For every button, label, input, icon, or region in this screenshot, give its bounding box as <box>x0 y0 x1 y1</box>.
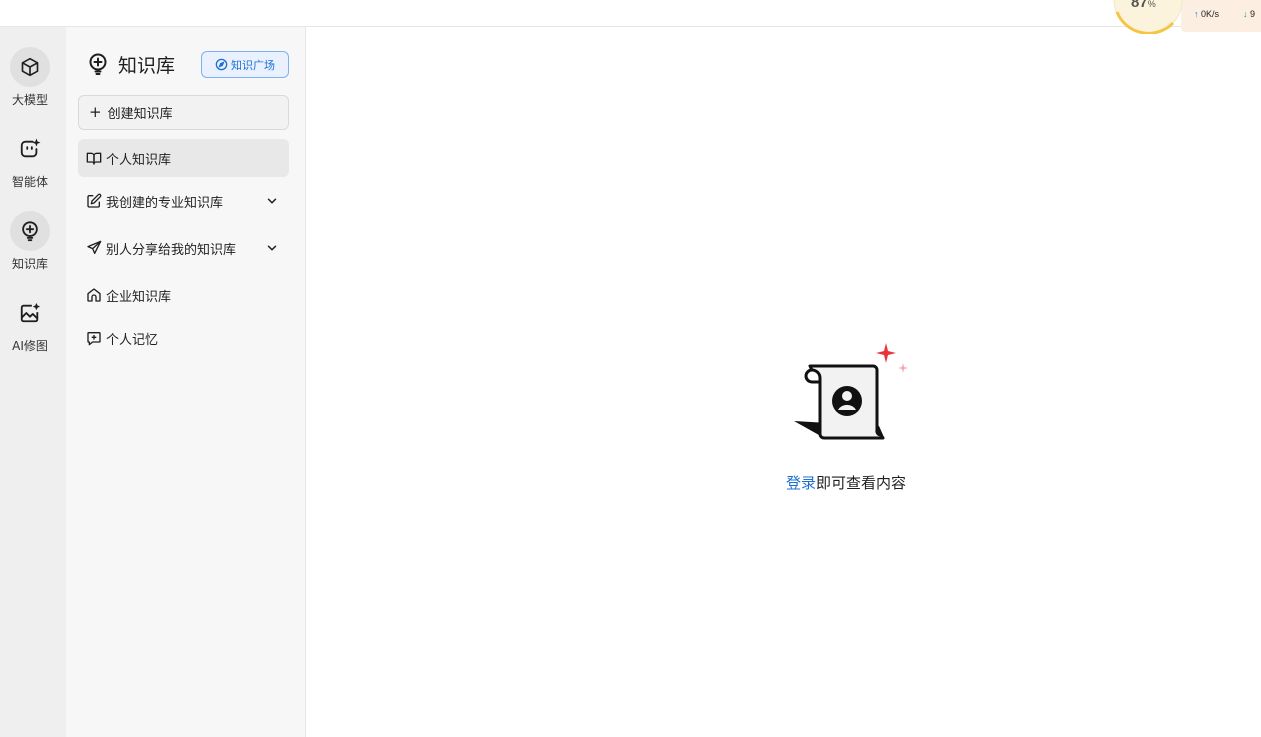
chevron-down-icon[interactable] <box>265 241 279 255</box>
login-link[interactable]: 登录 <box>786 474 816 492</box>
chevron-down-icon[interactable] <box>265 194 279 208</box>
nav-item-personal-memory[interactable]: 个人记忆 <box>78 319 289 357</box>
download-speed: ↓ 9 <box>1243 9 1256 19</box>
edit-icon <box>87 193 102 208</box>
create-knowledge-base-button[interactable]: + 创建知识库 <box>78 95 289 130</box>
nav-item-label: 我创建的专业知识库 <box>106 195 224 211</box>
page-title: 知识库 <box>118 54 176 77</box>
rail-item-llm[interactable]: 大模型 <box>0 47 60 117</box>
top-bar <box>0 0 1261 27</box>
cube-icon <box>10 47 50 87</box>
knowledge-panel: 知识库 知识广场 + 创建知识库 个人知识库 我创建的专业知识库 别人分享给我的… <box>66 27 306 737</box>
nav-item-enterprise-kb[interactable]: 企业知识库 <box>78 276 289 314</box>
download-arrow-icon: ↓ <box>1243 9 1248 19</box>
usage-percent: 87% <box>1131 0 1156 11</box>
nav-item-shared-kb[interactable]: 别人分享给我的知识库 <box>78 229 289 267</box>
upload-arrow-icon: ↑ <box>1194 9 1199 19</box>
rail-label: 智能体 <box>11 175 48 189</box>
image-edit-icon <box>10 293 50 333</box>
book-icon <box>86 152 102 165</box>
nav-item-personal-kb[interactable]: 个人知识库 <box>78 139 289 177</box>
knowledge-plaza-button[interactable]: 知识广场 <box>201 51 289 78</box>
nav-item-label: 别人分享给我的知识库 <box>106 242 237 258</box>
bulb-icon <box>10 211 50 251</box>
empty-state-message: 登录即可查看内容 <box>786 472 906 493</box>
rail-label: 大模型 <box>11 93 48 107</box>
upload-speed: ↑ 0K/s <box>1194 9 1220 19</box>
empty-state-text: 即可查看内容 <box>816 474 907 492</box>
nav-item-label: 个人记忆 <box>106 332 159 348</box>
rail-label: AI修图 <box>12 339 48 353</box>
panel-header: 知识库 <box>86 50 175 78</box>
rail-item-agent[interactable]: 智能体 <box>0 129 60 199</box>
compass-icon <box>215 58 228 71</box>
home-icon <box>87 288 101 302</box>
nav-item-my-professional-kb[interactable]: 我创建的专业知识库 <box>78 182 289 220</box>
nav-item-label: 个人知识库 <box>106 152 172 168</box>
memory-icon <box>87 332 101 346</box>
network-status-widget: 87% ↑ 0K/s ↓ 9 <box>1111 0 1261 34</box>
rail-item-knowledge[interactable]: 知识库 <box>0 211 60 281</box>
create-knowledge-base-label: 创建知识库 <box>107 107 173 122</box>
send-icon <box>87 240 102 254</box>
rail-label: 知识库 <box>11 257 48 271</box>
icon-rail: 大模型 智能体 知识库 AI修图 <box>0 27 66 737</box>
knowledge-plaza-label: 知识广场 <box>231 58 275 72</box>
agent-icon <box>10 129 50 169</box>
nav-item-label: 企业知识库 <box>106 289 172 305</box>
bulb-icon <box>89 53 107 75</box>
plus-icon: + <box>89 103 102 121</box>
rail-item-ai-photo[interactable]: AI修图 <box>0 293 60 363</box>
